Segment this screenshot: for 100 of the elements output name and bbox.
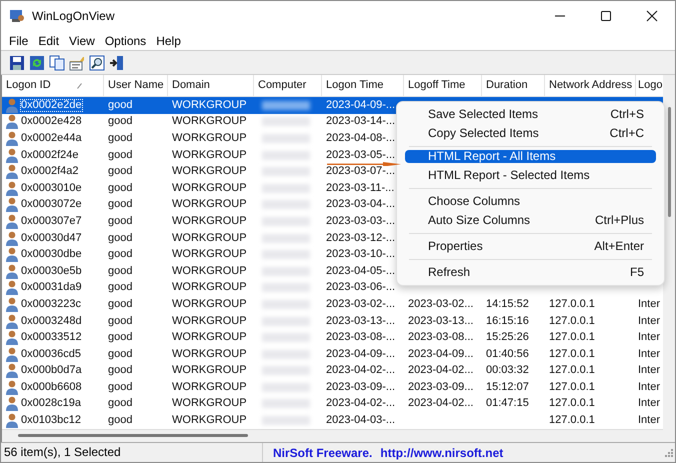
user-name-cell: good bbox=[108, 332, 132, 344]
copy-icon[interactable] bbox=[49, 54, 65, 70]
duration-cell: 15:25:26 bbox=[486, 332, 529, 344]
user-name-cell: good bbox=[108, 415, 132, 426]
menu-item-label: HTML Report - All Items bbox=[428, 150, 556, 163]
context-menu-item[interactable]: HTML Report - All Items bbox=[405, 150, 656, 163]
logon-time-cell: 2023-04-08-... bbox=[326, 132, 396, 144]
domain-cell: WORKGROUP bbox=[172, 199, 247, 210]
logoff-time-cell: 2023-03-09... bbox=[408, 382, 474, 393]
table-row[interactable]: 0x0003248d good WORKGROUP 2023-03-13-... 2023-03-13... 16:15:16 127.0.0.1 Inter bbox=[2, 312, 663, 330]
context-menu-item[interactable]: Properties Alt+Enter bbox=[405, 237, 656, 256]
user-icon bbox=[5, 346, 19, 362]
vertical-scrollbar[interactable] bbox=[668, 107, 670, 217]
user-name-cell: good bbox=[108, 166, 132, 178]
logon-type-cell: Inter bbox=[638, 332, 660, 344]
user-icon bbox=[5, 247, 19, 262]
horizontal-scrollbar[interactable] bbox=[18, 434, 248, 438]
column-header[interactable]: Computer bbox=[254, 75, 322, 96]
column-header[interactable]: Logo bbox=[636, 75, 663, 96]
menu-item[interactable]: View bbox=[64, 34, 100, 48]
column-header[interactable]: Logon ID bbox=[6, 75, 51, 96]
sort-icon bbox=[76, 82, 82, 88]
blurred-text bbox=[262, 100, 310, 110]
network-address-cell: 127.0.0.1 bbox=[549, 332, 595, 344]
logon-id-cell: 0x0002f4a2 bbox=[21, 166, 78, 178]
shortcut-label: F5 bbox=[630, 264, 644, 281]
network-address-cell: 127.0.0.1 bbox=[549, 365, 595, 376]
shortcut-label: Ctrl+Plus bbox=[594, 212, 644, 229]
table-row[interactable]: 0x0003223c good WORKGROUP 2023-03-02-... 2023-03-02... 14:15:52 127.0.0.1 Inter bbox=[2, 296, 663, 313]
domain-cell: WORKGROUP bbox=[172, 182, 247, 194]
user-name-cell: good bbox=[108, 298, 132, 310]
user-icon bbox=[5, 197, 19, 212]
context-menu-item[interactable]: Refresh F5 bbox=[405, 263, 656, 282]
magnifier-icon[interactable] bbox=[89, 54, 105, 70]
refresh-icon[interactable] bbox=[29, 54, 45, 70]
user-name-cell: good bbox=[108, 249, 132, 260]
menu-item[interactable]: Help bbox=[151, 34, 186, 48]
user-name-cell: good bbox=[108, 150, 132, 161]
domain-cell: WORKGROUP bbox=[172, 116, 247, 128]
resize-grip-icon[interactable] bbox=[665, 448, 673, 456]
logoff-time-cell: 2023-03-13... bbox=[408, 316, 474, 327]
user-icon bbox=[5, 180, 19, 196]
website-link[interactable]: http://www.nirsoft.net bbox=[380, 446, 504, 460]
user-icon bbox=[5, 413, 19, 428]
logon-id-cell: 0x000307e7 bbox=[21, 216, 82, 227]
table-row[interactable]: 0x0028c19a good WORKGROUP 2023-04-02-... 2023-04-02... 01:47:15 127.0.0.1 Inter bbox=[2, 396, 663, 412]
logoff-time-cell: 2023-04-09... bbox=[408, 348, 474, 360]
logon-time-cell: 2023-04-05-... bbox=[326, 266, 396, 277]
domain-cell: WORKGROUP bbox=[172, 332, 247, 344]
user-icon bbox=[5, 363, 19, 378]
domain-cell: WORKGROUP bbox=[172, 249, 247, 260]
column-header[interactable]: Logoff Time bbox=[404, 75, 482, 96]
logon-type-cell: Inter bbox=[638, 316, 660, 327]
logoff-time-cell: 2023-04-02... bbox=[408, 398, 474, 410]
user-name-cell: good bbox=[108, 282, 132, 294]
table-row[interactable]: 0x000b0d7a good WORKGROUP 2023-04-02-... 2023-04-02... 00:03:32 127.0.0.1 Inter bbox=[2, 362, 663, 380]
window-title: WinLogOnView bbox=[32, 9, 116, 23]
shortcut-label: Alt+Enter bbox=[594, 238, 644, 255]
table-row[interactable]: 0x00036cd5 good WORKGROUP 2023-04-09-... 2023-04-09... 01:40:56 127.0.0.1 Inter bbox=[2, 346, 663, 362]
network-address-cell: 127.0.0.1 bbox=[549, 348, 595, 360]
context-menu-item[interactable]: Choose Columns bbox=[405, 192, 656, 211]
domain-cell: WORKGROUP bbox=[172, 216, 247, 227]
menu-item[interactable]: Edit bbox=[33, 34, 64, 48]
user-icon bbox=[5, 264, 19, 279]
domain-cell: WORKGROUP bbox=[172, 382, 247, 393]
user-name-cell: good bbox=[108, 116, 132, 128]
column-header[interactable]: Domain bbox=[168, 75, 254, 96]
domain-cell: WORKGROUP bbox=[172, 348, 247, 360]
logon-id-cell: 0x000b6608 bbox=[21, 382, 82, 393]
duration-cell: 15:12:07 bbox=[486, 382, 529, 393]
domain-cell: WORKGROUP bbox=[172, 150, 247, 161]
logon-time-cell: 2023-04-09-... bbox=[326, 348, 396, 360]
duration-cell: 00:03:32 bbox=[486, 365, 529, 376]
column-header[interactable]: Network Address bbox=[545, 75, 636, 96]
column-header[interactable]: User Name bbox=[104, 75, 168, 96]
menu-item[interactable]: Options bbox=[100, 34, 152, 48]
table-row[interactable]: 0x000b6608 good WORKGROUP 2023-03-09-... 2023-03-09... 15:12:07 127.0.0.1 Inter bbox=[2, 379, 663, 396]
network-address-cell: 127.0.0.1 bbox=[549, 298, 595, 310]
menu-item[interactable]: File bbox=[4, 34, 34, 48]
floppy-icon[interactable] bbox=[9, 54, 25, 70]
logon-time-cell: 2023-03-14-... bbox=[326, 116, 396, 128]
user-name-cell: good bbox=[108, 216, 132, 227]
context-menu-item[interactable]: Auto Size Columns Ctrl+Plus bbox=[405, 211, 656, 230]
context-menu-item[interactable]: HTML Report - Selected Items bbox=[405, 166, 656, 185]
context-menu-item[interactable]: Copy Selected Items Ctrl+C bbox=[405, 124, 656, 143]
exit-door-icon[interactable] bbox=[109, 54, 125, 70]
logon-type-cell: Inter bbox=[638, 382, 660, 393]
logon-id-cell: 0x0003248d bbox=[21, 316, 82, 327]
logon-id-cell: 0x0003223c bbox=[21, 298, 81, 310]
column-header[interactable]: Logon Time bbox=[322, 75, 404, 96]
table-row[interactable]: 0x00033512 good WORKGROUP 2023-03-08-... 2023-03-08... 15:25:26 127.0.0.1 Inter bbox=[2, 329, 663, 346]
table-row[interactable]: 0x00031da9 good WORKGROUP 2023-03-06-... bbox=[2, 280, 663, 296]
logon-time-cell: 2023-03-06-... bbox=[326, 282, 396, 294]
logon-id-cell: 0x00036cd5 bbox=[21, 348, 81, 360]
user-icon bbox=[5, 230, 19, 246]
table-row[interactable]: 0x0103bc12 good WORKGROUP 2023-04-03-... 127.0.0.1 Inter bbox=[2, 412, 663, 429]
domain-cell: WORKGROUP bbox=[172, 415, 247, 426]
logon-id-cell: 0x0003072e bbox=[21, 199, 82, 210]
column-header[interactable]: Duration bbox=[482, 75, 545, 96]
folder-card-icon[interactable] bbox=[69, 54, 85, 70]
